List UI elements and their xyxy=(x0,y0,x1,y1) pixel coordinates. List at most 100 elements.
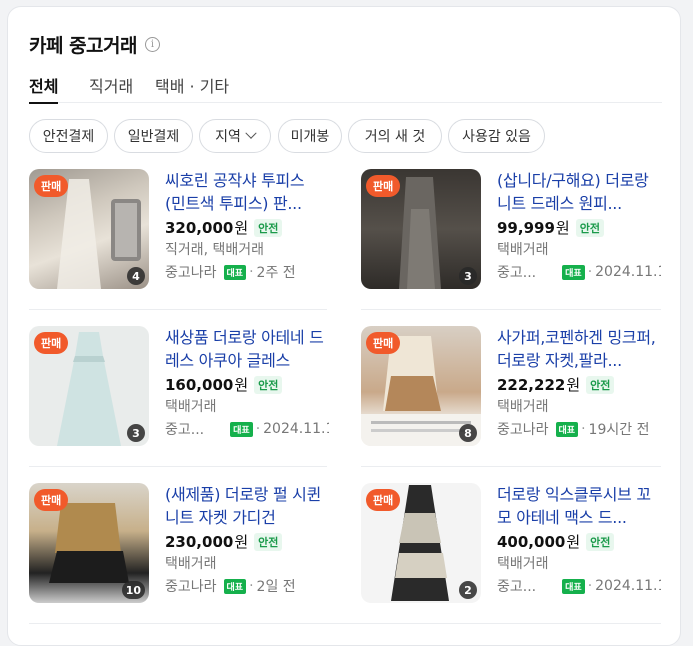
safe-pay-badge: 안전 xyxy=(254,532,283,551)
tab-all[interactable]: 전체 xyxy=(29,73,59,104)
cafe-name[interactable]: 중고... xyxy=(497,262,536,282)
safe-pay-badge: 안전 xyxy=(586,375,615,394)
currency-unit: 원 xyxy=(234,376,249,394)
sale-badge: 판매 xyxy=(34,489,69,511)
listing-price: 400,000 xyxy=(497,532,566,551)
cafe-name[interactable]: 중고나라 xyxy=(165,576,217,596)
row-divider xyxy=(361,466,661,467)
price-row: 222,222 원 안전 xyxy=(497,374,615,395)
sale-badge: 판매 xyxy=(34,332,69,354)
listing-item[interactable]: 판매 2 더로랑 익스클루시브 꼬모 아테네 맥스 드... 400,000 원 … xyxy=(361,483,661,605)
listing-meta: 중고... 대표 · 2024.11.19. xyxy=(497,576,661,596)
image-count-badge: 3 xyxy=(127,424,145,442)
listing-item[interactable]: 판매 3 (삽니다/구해요) 더로랑 니트 드레스 원피... 99,999 원 … xyxy=(361,169,661,291)
sale-badge: 판매 xyxy=(366,489,401,511)
currency-unit: 원 xyxy=(234,219,249,237)
image-count-badge: 10 xyxy=(121,581,145,599)
info-icon[interactable]: i xyxy=(145,37,160,52)
image-count-badge: 8 xyxy=(459,424,477,442)
listing-meta: 중고... 대표 · 2024.11.19. xyxy=(497,262,661,282)
currency-unit: 원 xyxy=(566,533,581,551)
currency-unit: 원 xyxy=(566,376,581,394)
listing-title[interactable]: (삽니다/구해요) 더로랑 니트 드레스 원피... xyxy=(497,169,661,215)
filter-general-pay[interactable]: 일반결제 xyxy=(114,119,193,153)
section-header: 카페 중고거래 i xyxy=(29,31,160,58)
filter-safe-pay[interactable]: 안전결제 xyxy=(29,119,108,153)
listing-item[interactable]: 판매 8 사가퍼,코펜하겐 밍크퍼,더로랑 자켓,팔라... 222,222 원 … xyxy=(361,326,661,448)
trade-method: 택배거래 xyxy=(165,556,217,572)
price-row: 230,000 원 안전 xyxy=(165,531,283,552)
listing-thumbnail[interactable]: 판매 3 xyxy=(361,169,481,289)
listing-item[interactable]: 판매 10 (새제품) 더로랑 펄 시퀸 니트 자켓 가디건 230,000 원 … xyxy=(29,483,329,605)
price-row: 320,000 원 안전 xyxy=(165,217,283,238)
listing-title[interactable]: 사가퍼,코펜하겐 밍크퍼,더로랑 자켓,팔라... xyxy=(497,326,661,372)
listing-price: 320,000 xyxy=(165,218,234,237)
sale-badge: 판매 xyxy=(34,175,69,197)
posted-time: 2024.11.19. xyxy=(263,421,329,437)
listing-meta: 중고나라 대표 · 19시간 전 xyxy=(497,419,661,439)
listing-title[interactable]: 씨호린 공작샤 투피스 (민트색 투피스) 판... xyxy=(165,169,329,215)
posted-time: 2024.11.19. xyxy=(595,578,661,594)
listing-title[interactable]: 더로랑 익스클루시브 꼬모 아테네 맥스 드... xyxy=(497,483,661,529)
tab-bar: 전체 직거래 택배 · 기타 xyxy=(29,73,662,104)
listing-thumbnail[interactable]: 판매 2 xyxy=(361,483,481,603)
safe-pay-badge: 안전 xyxy=(254,218,283,237)
posted-time: 2주 전 xyxy=(256,265,296,281)
trade-method: 택배거래 xyxy=(165,399,217,415)
safe-pay-badge: 안전 xyxy=(586,532,615,551)
listing-meta: 중고나라 대표 · 2주 전 xyxy=(165,262,329,282)
separator-dot: · xyxy=(255,421,261,437)
image-count-badge: 3 xyxy=(459,267,477,285)
separator-dot: · xyxy=(249,264,254,280)
tab-direct[interactable]: 직거래 xyxy=(89,73,133,103)
price-row: 99,999 원 안전 xyxy=(497,217,604,238)
posted-time: 2일 전 xyxy=(256,579,296,595)
listing-thumbnail[interactable]: 판매 10 xyxy=(29,483,149,603)
row-divider xyxy=(29,466,327,467)
cafe-name[interactable]: 중고나라 xyxy=(497,419,549,439)
listing-item[interactable]: 판매 4 씨호린 공작샤 투피스 (민트색 투피스) 판... 320,000 원… xyxy=(29,169,329,291)
sale-badge: 판매 xyxy=(366,332,401,354)
listing-title[interactable]: 새상품 더로랑 아테네 드레스 아쿠아 글레스 xyxy=(165,326,329,372)
filter-used[interactable]: 사용감 있음 xyxy=(448,119,545,153)
filter-unopened[interactable]: 미개봉 xyxy=(278,119,342,153)
separator-dot: · xyxy=(587,264,593,280)
cafe-rep-badge: 대표 xyxy=(555,421,579,437)
currency-unit: 원 xyxy=(234,533,249,551)
row-divider xyxy=(29,623,661,624)
listing-price: 160,000 xyxy=(165,375,234,394)
sale-badge: 판매 xyxy=(366,175,401,197)
row-divider xyxy=(29,309,327,310)
separator-dot: · xyxy=(249,578,254,594)
cafe-name[interactable]: 중고... xyxy=(497,576,536,596)
cafe-name[interactable]: 중고나라 xyxy=(165,262,217,282)
listing-price: 99,999 xyxy=(497,218,555,237)
filter-region[interactable]: 지역 xyxy=(199,119,271,153)
listing-price: 230,000 xyxy=(165,532,234,551)
tab-delivery-etc[interactable]: 택배 · 기타 xyxy=(155,73,229,103)
cafe-rep-badge: 대표 xyxy=(562,578,585,594)
cafe-rep-badge: 대표 xyxy=(223,578,247,594)
safe-pay-badge: 안전 xyxy=(575,218,604,237)
filter-like-new[interactable]: 거의 새 것 xyxy=(348,119,442,153)
currency-unit: 원 xyxy=(555,219,570,237)
listing-thumbnail[interactable]: 판매 3 xyxy=(29,326,149,446)
trade-method: 직거래, 택배거래 xyxy=(165,242,265,258)
filter-region-label: 지역 xyxy=(215,129,241,145)
trade-method: 택배거래 xyxy=(497,242,549,258)
listing-item[interactable]: 판매 3 새상품 더로랑 아테네 드레스 아쿠아 글레스 160,000 원 안전… xyxy=(29,326,329,448)
row-divider xyxy=(361,309,661,310)
section-title: 카페 중고거래 xyxy=(29,35,138,57)
cafe-rep-badge: 대표 xyxy=(223,264,247,280)
listing-thumbnail[interactable]: 판매 4 xyxy=(29,169,149,289)
safe-pay-badge: 안전 xyxy=(254,375,283,394)
trade-method: 택배거래 xyxy=(497,399,549,415)
image-count-badge: 4 xyxy=(127,267,145,285)
cafe-rep-badge: 대표 xyxy=(562,264,585,280)
listing-title[interactable]: (새제품) 더로랑 펄 시퀸 니트 자켓 가디건 xyxy=(165,483,329,529)
price-row: 160,000 원 안전 xyxy=(165,374,283,395)
listing-thumbnail[interactable]: 판매 8 xyxy=(361,326,481,446)
listing-meta: 중고나라 대표 · 2일 전 xyxy=(165,576,329,596)
cafe-name[interactable]: 중고... xyxy=(165,419,204,439)
chevron-down-icon xyxy=(245,127,257,139)
